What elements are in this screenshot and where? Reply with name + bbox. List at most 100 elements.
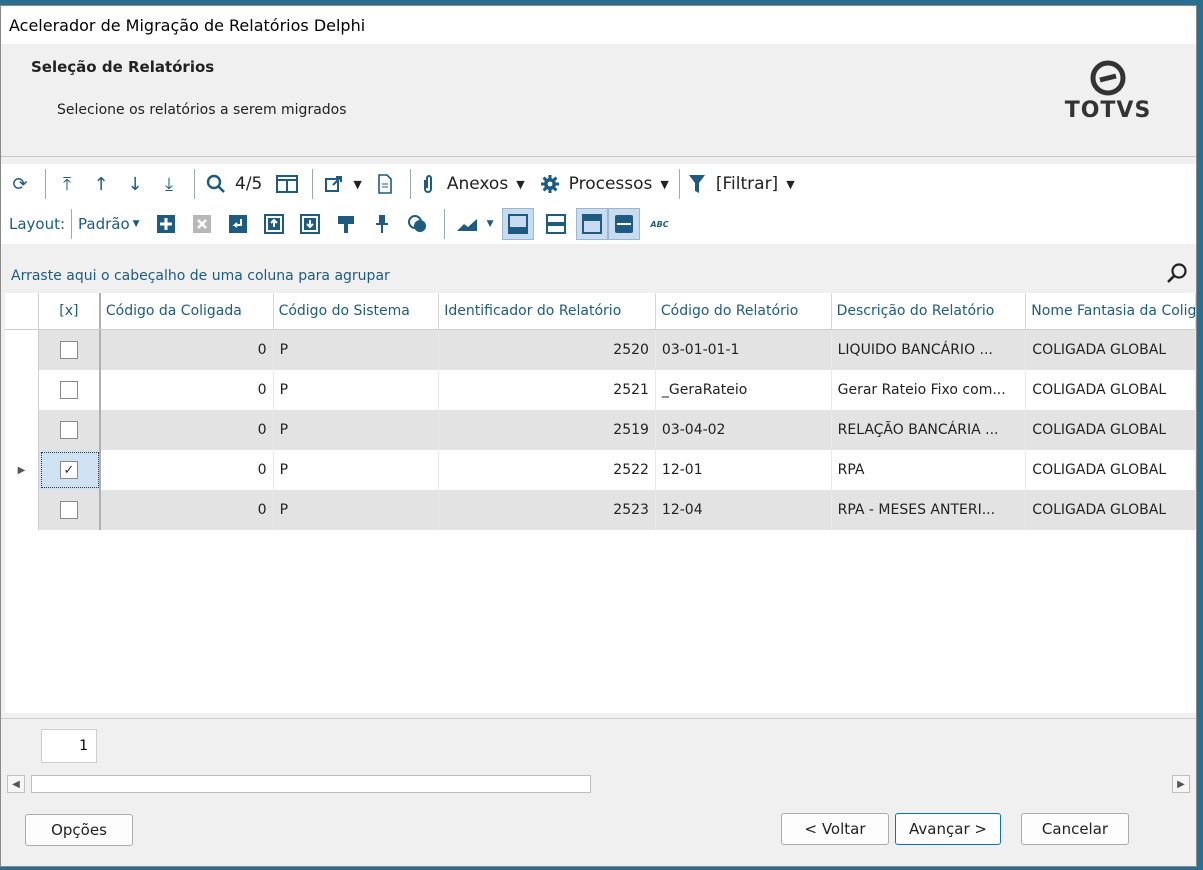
color-circles-icon[interactable] bbox=[402, 208, 434, 240]
checkbox[interactable] bbox=[59, 421, 78, 439]
table-row[interactable]: 0 P 2519 03-04-02 RELAÇÃO BANCÁRIA ... COLIGA… bbox=[5, 410, 1196, 450]
cell-coligada[interactable]: 0 bbox=[101, 330, 274, 370]
gear-icon[interactable] bbox=[539, 168, 561, 200]
add-layout-icon[interactable] bbox=[150, 208, 182, 240]
cell-sistema[interactable]: P bbox=[274, 490, 440, 530]
cell-descricao[interactable]: LIQUIDO BANCÁRIO ... bbox=[832, 330, 1027, 370]
column-header-descricao[interactable]: Descrição do Relatório bbox=[832, 293, 1027, 329]
checkbox[interactable] bbox=[59, 501, 78, 519]
layout-selector[interactable]: Padrão bbox=[78, 215, 130, 233]
column-header-select[interactable]: [x] bbox=[39, 293, 101, 329]
view-split-panel-icon[interactable] bbox=[607, 208, 640, 240]
search-icon[interactable] bbox=[201, 168, 231, 200]
table-row[interactable]: 0 P 2521 _GeraRateio Gerar Rateio Fixo com..… bbox=[5, 370, 1196, 410]
import-layout-icon[interactable] bbox=[258, 208, 290, 240]
cell-coligada[interactable]: 0 bbox=[101, 490, 274, 530]
record-counter: 4/5 bbox=[235, 174, 263, 194]
previous-record-icon[interactable]: ↑ bbox=[86, 168, 116, 200]
cell-descricao[interactable]: RELAÇÃO BANCÁRIA ... bbox=[832, 410, 1027, 450]
delete-layout-icon[interactable] bbox=[186, 208, 218, 240]
cell-fantasia[interactable]: COLIGADA GLOBAL bbox=[1026, 370, 1196, 410]
row-select-checkbox[interactable] bbox=[39, 370, 101, 410]
options-button[interactable]: Opções bbox=[25, 814, 133, 846]
export-layout-icon[interactable] bbox=[294, 208, 326, 240]
save-layout-icon[interactable] bbox=[222, 208, 254, 240]
next-button[interactable]: Avançar > bbox=[895, 813, 1001, 845]
cell-descricao[interactable]: Gerar Rateio Fixo com... bbox=[832, 370, 1027, 410]
column-header-identificador[interactable]: Identificador do Relatório bbox=[439, 293, 656, 329]
cell-descricao[interactable]: RPA bbox=[832, 450, 1027, 490]
table-row[interactable]: 0 P 2523 12-04 RPA - MESES ANTERI... COLIGADA… bbox=[5, 490, 1196, 530]
document-icon[interactable] bbox=[370, 168, 400, 200]
cancel-button[interactable]: Cancelar bbox=[1021, 813, 1129, 845]
cell-fantasia[interactable]: COLIGADA GLOBAL bbox=[1026, 330, 1196, 370]
row-select-checkbox[interactable]: ✓ bbox=[38, 450, 101, 490]
grid-search-icon[interactable] bbox=[1166, 262, 1188, 288]
cell-codigo[interactable]: 12-04 bbox=[656, 490, 832, 530]
first-record-icon[interactable]: ⤒ bbox=[52, 168, 82, 200]
checkbox[interactable] bbox=[59, 341, 78, 359]
scroll-left-icon[interactable]: ◀ bbox=[7, 775, 25, 793]
next-record-icon[interactable]: ↓ bbox=[120, 168, 150, 200]
scroll-thumb[interactable] bbox=[31, 775, 591, 793]
cell-fantasia[interactable]: COLIGADA GLOBAL bbox=[1026, 450, 1196, 490]
checkbox[interactable]: ✓ bbox=[59, 461, 78, 479]
row-select-checkbox[interactable] bbox=[39, 490, 101, 530]
cell-identificador[interactable]: 2521 bbox=[439, 370, 656, 410]
filter-dropdown-icon[interactable]: ▼ bbox=[786, 178, 794, 191]
export-dropdown-icon[interactable]: ▼ bbox=[353, 178, 361, 191]
cell-coligada[interactable]: 0 bbox=[101, 370, 274, 410]
column-header-fantasia[interactable]: Nome Fantasia da Coligada bbox=[1026, 293, 1196, 329]
chart-icon[interactable] bbox=[451, 208, 483, 240]
attachment-icon[interactable] bbox=[417, 168, 439, 200]
view-top-panel-icon[interactable] bbox=[575, 208, 608, 240]
cell-sistema[interactable]: P bbox=[274, 370, 440, 410]
filter-menu[interactable]: [Filtrar] bbox=[716, 174, 778, 194]
processos-dropdown-icon[interactable]: ▼ bbox=[660, 178, 668, 191]
cell-fantasia[interactable]: COLIGADA GLOBAL bbox=[1026, 410, 1196, 450]
last-record-icon[interactable]: ⤓ bbox=[154, 168, 184, 200]
cell-sistema[interactable]: P bbox=[274, 330, 440, 370]
cell-codigo[interactable]: 03-01-01-1 bbox=[656, 330, 832, 370]
cell-coligada[interactable]: 0 bbox=[101, 450, 274, 490]
cell-coligada[interactable]: 0 bbox=[101, 410, 274, 450]
view-bottom-panel-icon[interactable] bbox=[501, 208, 534, 240]
cell-sistema[interactable]: P bbox=[274, 410, 440, 450]
group-by-area[interactable]: Arraste aqui o cabeçalho de uma coluna p… bbox=[1, 244, 1196, 284]
cell-identificador[interactable]: 2520 bbox=[439, 330, 656, 370]
spellcheck-icon[interactable]: ABC bbox=[644, 208, 676, 240]
checkbox[interactable] bbox=[59, 381, 78, 399]
chart-dropdown-icon[interactable]: ▼ bbox=[487, 219, 494, 229]
anexos-menu[interactable]: Anexos bbox=[447, 174, 508, 194]
paint-brush-icon[interactable] bbox=[330, 208, 362, 240]
view-middle-panel-icon[interactable] bbox=[540, 208, 572, 240]
column-header-codigo[interactable]: Código do Relatório bbox=[656, 293, 832, 329]
row-select-checkbox[interactable] bbox=[39, 330, 101, 370]
cell-identificador[interactable]: 2523 bbox=[439, 490, 656, 530]
columns-icon[interactable] bbox=[272, 168, 302, 200]
pin-icon[interactable] bbox=[366, 208, 398, 240]
cell-codigo[interactable]: 12-01 bbox=[656, 450, 832, 490]
scroll-right-icon[interactable]: ▶ bbox=[1172, 775, 1190, 793]
processos-menu[interactable]: Processos bbox=[569, 174, 653, 194]
cell-identificador[interactable]: 2522 bbox=[439, 450, 656, 490]
cell-sistema[interactable]: P bbox=[274, 450, 440, 490]
cell-identificador[interactable]: 2519 bbox=[439, 410, 656, 450]
table-row[interactable]: 0 P 2520 03-01-01-1 LIQUIDO BANCÁRIO ... COL… bbox=[5, 330, 1196, 370]
table-row[interactable]: ▶ ✓ 0 P 2522 12-01 RPA COLIGADA GLOBAL bbox=[5, 450, 1196, 490]
filter-icon[interactable] bbox=[686, 168, 708, 200]
cell-descricao[interactable]: RPA - MESES ANTERI... bbox=[832, 490, 1027, 530]
row-select-checkbox[interactable] bbox=[39, 410, 101, 450]
cell-codigo[interactable]: _GeraRateio bbox=[656, 370, 832, 410]
horizontal-scrollbar[interactable]: ◀ ▶ bbox=[7, 773, 1190, 795]
anexos-dropdown-icon[interactable]: ▼ bbox=[516, 178, 524, 191]
column-header-coligada[interactable]: Código da Coligada bbox=[101, 293, 274, 329]
layout-dropdown-icon[interactable]: ▼ bbox=[133, 219, 140, 229]
refresh-icon[interactable]: ⟳ bbox=[5, 168, 35, 200]
back-button[interactable]: < Voltar bbox=[781, 813, 889, 845]
cell-fantasia[interactable]: COLIGADA GLOBAL bbox=[1026, 490, 1196, 530]
export-icon[interactable] bbox=[319, 168, 349, 200]
page-number-field[interactable]: 1 bbox=[41, 729, 97, 763]
column-header-sistema[interactable]: Código do Sistema bbox=[274, 293, 440, 329]
cell-codigo[interactable]: 03-04-02 bbox=[656, 410, 832, 450]
